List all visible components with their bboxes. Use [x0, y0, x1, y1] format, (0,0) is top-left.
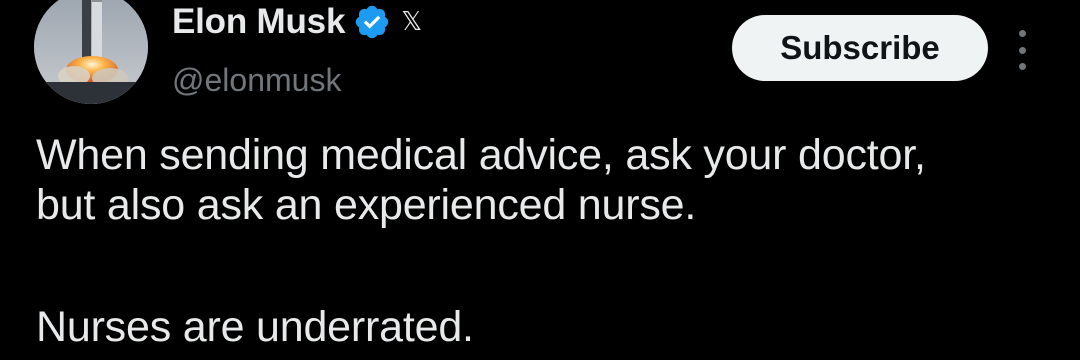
tweet-text-line: but also ask an experienced nurse.	[36, 181, 697, 229]
x-logo-icon: 𝕏	[401, 7, 423, 37]
more-options-icon[interactable]	[1010, 30, 1034, 70]
avatar-image	[34, 0, 148, 104]
subscribe-button[interactable]: Subscribe	[732, 15, 988, 81]
more-dot	[1018, 30, 1026, 37]
more-dot	[1018, 46, 1026, 54]
tweet-text-line: Nurses are underrated.	[36, 303, 474, 351]
author-name-row: Elon Musk 𝕏	[172, 0, 422, 44]
tweet-text-line: When sending medical advice, ask your do…	[36, 131, 926, 179]
avatar[interactable]	[34, 0, 148, 104]
more-dot	[1018, 63, 1026, 70]
user-handle[interactable]: @elonmusk	[172, 60, 341, 100]
tweet: Elon Musk 𝕏 @elonmusk Subscribe When sen…	[0, 0, 1080, 360]
tweet-text: When sending medical advice, ask your do…	[36, 130, 1066, 352]
display-name[interactable]: Elon Musk	[172, 0, 345, 44]
verified-badge-icon[interactable]	[353, 3, 391, 41]
